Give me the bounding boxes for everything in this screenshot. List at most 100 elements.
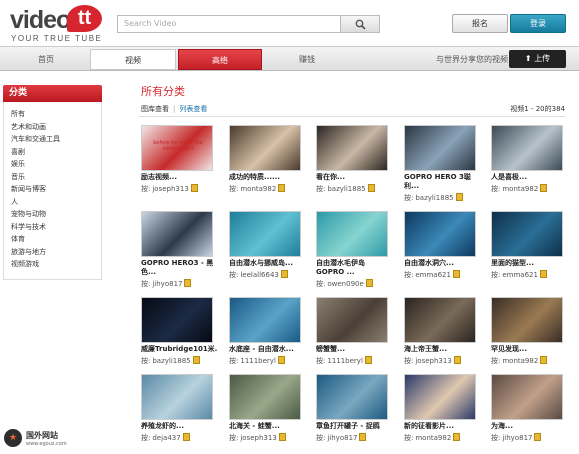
category-item-autos[interactable]: 汽车和交通工具 [11, 133, 101, 146]
video-thumbnail[interactable] [229, 125, 301, 171]
video-title[interactable]: 威廉Trubridge101米... [141, 345, 217, 354]
video-card[interactable]: 螃蟹蟹... 按: 1111beryl [316, 297, 392, 377]
video-thumbnail[interactable] [404, 125, 476, 171]
category-item-sports[interactable]: 体育 [11, 233, 101, 246]
video-thumbnail[interactable] [404, 297, 476, 343]
video-title[interactable]: 自由潜水与挪威岛... [229, 259, 305, 268]
video-title[interactable]: 海上帝王蟹... [404, 345, 480, 354]
tab-videos[interactable]: 视频 [90, 49, 176, 70]
video-title[interactable]: 章鱼打开罐子 - 捉鸥 [316, 422, 392, 431]
video-card[interactable]: 养殖龙虾的... 按: deja437 [141, 374, 217, 454]
tab-home[interactable]: 首页 [6, 49, 86, 70]
video-title[interactable]: 自由潜水毛伊岛GOPRO ... [316, 259, 392, 277]
video-title[interactable]: 养殖龙虾的... [141, 422, 217, 431]
tab-network[interactable]: 高络 [178, 49, 262, 70]
video-title[interactable]: GOPRO HERO 3聪利... [404, 173, 480, 191]
video-card[interactable]: 自由潜水与挪威岛... 按: leelall6643 [229, 211, 305, 291]
video-title[interactable]: 人是喜极... [491, 173, 567, 182]
video-card[interactable]: 水底座 - 自由潜水... 按: 1111beryl [229, 297, 305, 377]
uploader-name[interactable]: emma621 [502, 271, 538, 279]
video-title[interactable]: 成功的特质...... [229, 173, 305, 182]
category-item-news-blogs[interactable]: 新闻与博客 [11, 183, 101, 196]
video-card[interactable]: 成功的特质...... 按: monta982 [229, 125, 305, 205]
uploader-name[interactable]: joseph313 [415, 357, 451, 365]
upload-button[interactable]: ⬆ 上传 [509, 50, 566, 68]
uploader-name[interactable]: bazyli1885 [152, 357, 190, 365]
video-title[interactable]: 里面的猫型... [491, 259, 567, 268]
video-card[interactable]: 为海... 按: jihyo817 [491, 374, 567, 454]
video-thumbnail[interactable] [404, 374, 476, 420]
view-gallery-link[interactable]: 图库查看 [141, 105, 169, 113]
login-button[interactable]: 登录 [510, 14, 566, 33]
search-button[interactable] [341, 15, 380, 33]
video-title[interactable]: 自由潜水洞穴... [404, 259, 480, 268]
video-card[interactable]: 海上帝王蟹... 按: joseph313 [404, 297, 480, 377]
video-title[interactable]: GOPRO HERO3 - 黑色... [141, 259, 217, 277]
video-thumbnail[interactable] [491, 374, 563, 420]
video-thumbnail[interactable] [491, 125, 563, 171]
uploader-name[interactable]: joseph313 [152, 185, 188, 193]
category-item-people[interactable]: 人 [11, 196, 101, 209]
uploader-name[interactable]: owen090e [327, 280, 363, 288]
uploader-name[interactable]: joseph313 [240, 434, 276, 442]
uploader-name[interactable]: leelall6643 [240, 271, 279, 279]
category-item-all[interactable]: 所有 [11, 108, 101, 121]
uploader-name[interactable]: bazyli1885 [327, 185, 365, 193]
search-input[interactable]: Search Video [117, 15, 341, 33]
category-item-comedy[interactable]: 喜剧 [11, 146, 101, 159]
category-item-music[interactable]: 音乐 [11, 171, 101, 184]
uploader-name[interactable]: bazyli1885 [415, 194, 453, 202]
category-item-art-animation[interactable]: 艺术和动画 [11, 121, 101, 134]
video-card[interactable]: 看在你... 按: bazyli1885 [316, 125, 392, 205]
uploader-name[interactable]: jihyo817 [327, 434, 357, 442]
video-card[interactable]: 北海关 - 蛙蟹... 按: joseph313 [229, 374, 305, 454]
site-logo[interactable]: video. tt YOUR TRUE TUBE [10, 5, 102, 44]
uploader-name[interactable]: monta982 [415, 434, 451, 442]
video-card[interactable]: 自由潜水毛伊岛GOPRO ... 按: owen090e [316, 211, 392, 291]
video-card[interactable]: GOPRO HERO 3聪利... 按: bazyli1885 [404, 125, 480, 205]
video-thumbnail[interactable] [316, 125, 388, 171]
video-thumbnail[interactable] [141, 374, 213, 420]
video-title[interactable]: 看在你... [316, 173, 392, 182]
video-title[interactable]: 新的征看影片... [404, 422, 480, 431]
video-thumbnail[interactable] [316, 374, 388, 420]
video-title[interactable]: 为海... [491, 422, 567, 431]
uploader-name[interactable]: jihyo817 [152, 280, 182, 288]
video-card[interactable]: 章鱼打开罐子 - 捉鸥 按: jihyo817 [316, 374, 392, 454]
video-thumbnail[interactable] [141, 297, 213, 343]
video-thumbnail[interactable] [491, 297, 563, 343]
category-item-travel[interactable]: 旅游与地方 [11, 246, 101, 259]
video-title[interactable]: 励志视频... [141, 173, 217, 182]
video-thumbnail[interactable] [229, 374, 301, 420]
uploader-name[interactable]: jihyo817 [502, 434, 532, 442]
video-title[interactable]: 螃蟹蟹... [316, 345, 392, 354]
video-thumbnail[interactable]: before he made the electric light [141, 125, 213, 171]
category-item-video-games[interactable]: 视频游戏 [11, 258, 101, 271]
video-thumbnail[interactable] [229, 211, 301, 257]
video-title[interactable]: 北海关 - 蛙蟹... [229, 422, 305, 431]
uploader-name[interactable]: emma621 [415, 271, 451, 279]
video-card[interactable]: 里面的猫型... 按: emma621 [491, 211, 567, 291]
video-card[interactable]: GOPRO HERO3 - 黑色... 按: jihyo817 [141, 211, 217, 291]
category-item-entertainment[interactable]: 娱乐 [11, 158, 101, 171]
video-thumbnail[interactable] [316, 297, 388, 343]
video-card[interactable]: 人是喜极... 按: monta982 [491, 125, 567, 205]
video-thumbnail[interactable] [229, 297, 301, 343]
video-card[interactable]: 罕见发现... 按: monta982 [491, 297, 567, 377]
video-thumbnail[interactable] [404, 211, 476, 257]
video-thumbnail[interactable] [141, 211, 213, 257]
category-item-pets-animals[interactable]: 宠物与动物 [11, 208, 101, 221]
uploader-name[interactable]: 1111beryl [327, 357, 363, 365]
video-title[interactable]: 罕见发现... [491, 345, 567, 354]
video-card[interactable]: 新的征看影片... 按: monta982 [404, 374, 480, 454]
video-thumbnail[interactable] [491, 211, 563, 257]
register-button[interactable]: 报名 [452, 14, 508, 33]
video-thumbnail[interactable] [316, 211, 388, 257]
tab-earn[interactable]: 赚钱 [264, 49, 350, 70]
view-list-link[interactable]: 列表查看 [179, 105, 207, 113]
video-card[interactable]: 威廉Trubridge101米... 按: bazyli1885 [141, 297, 217, 377]
uploader-name[interactable]: 1111beryl [240, 357, 276, 365]
category-item-science-tech[interactable]: 科学与技术 [11, 221, 101, 234]
video-title[interactable]: 水底座 - 自由潜水... [229, 345, 305, 354]
video-card[interactable]: before he made the electric light 励志视频...… [141, 125, 217, 205]
